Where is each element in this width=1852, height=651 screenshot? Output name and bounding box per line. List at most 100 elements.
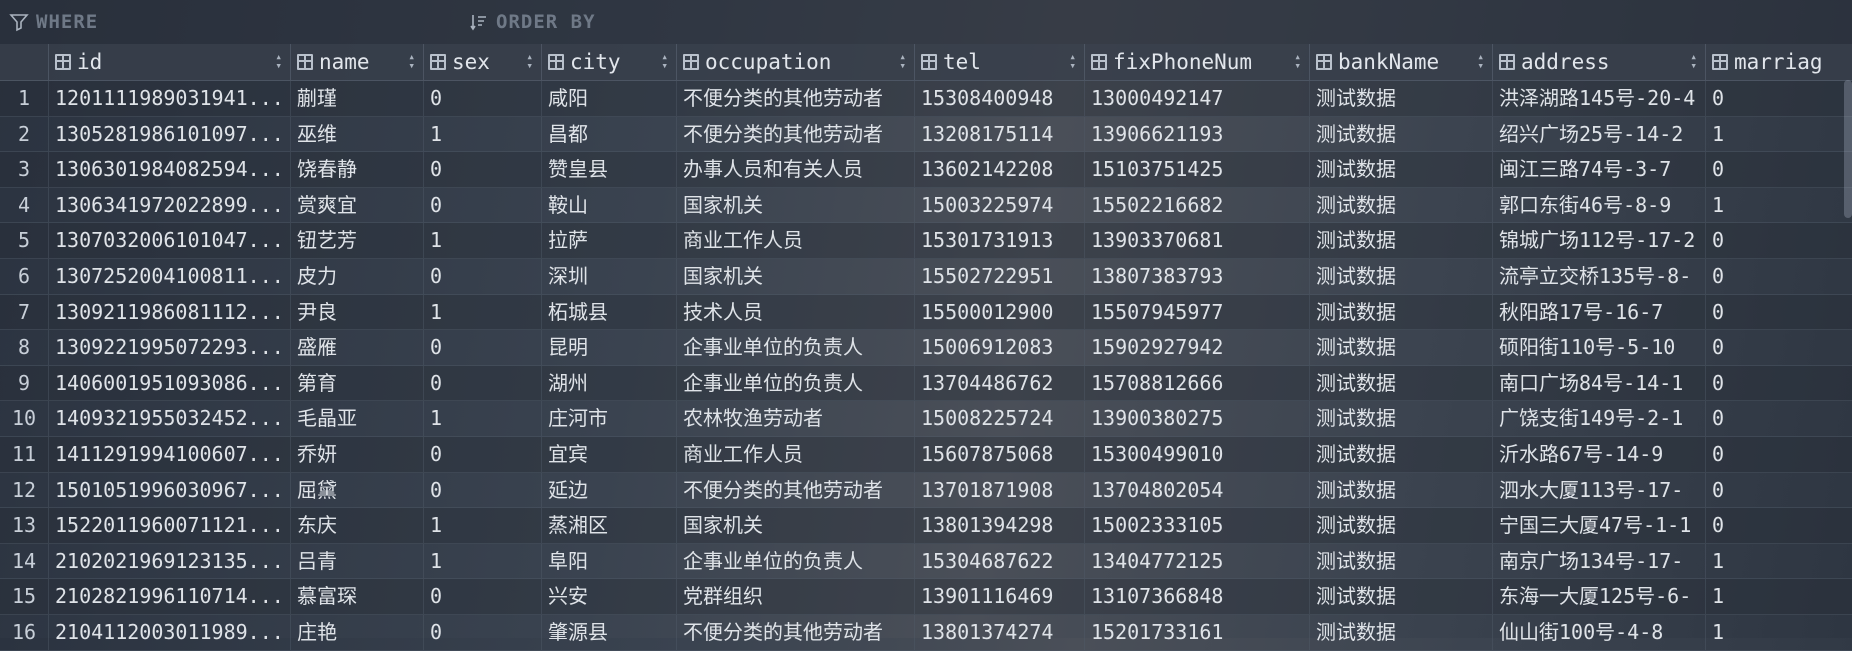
cell-name[interactable]: 蒯瑾 [290, 81, 423, 116]
cell-mar[interactable]: 0 [1705, 152, 1852, 187]
cell-tel[interactable]: 15301731913 [914, 223, 1084, 258]
cell-bank[interactable]: 测试数据 [1309, 258, 1492, 294]
cell-bank[interactable]: 测试数据 [1309, 294, 1492, 330]
column-header-id[interactable]: id ▴ ▾ [48, 44, 290, 80]
column-header-marriage[interactable]: marriag [1705, 44, 1852, 80]
cell-bank[interactable]: 测试数据 [1309, 472, 1492, 508]
cell-fix[interactable]: 13900380275 [1084, 401, 1309, 436]
cell-fix[interactable]: 15708812666 [1084, 365, 1309, 401]
cell-name[interactable]: 赏爽宜 [290, 187, 423, 223]
cell-occupation[interactable]: 国家机关 [676, 258, 914, 294]
cell-id[interactable]: 1309211986081112... [48, 294, 290, 330]
cell-sex[interactable]: 0 [423, 258, 541, 294]
sort-icon[interactable]: ▴ ▾ [1477, 51, 1484, 71]
cell-city[interactable]: 深圳 [541, 258, 676, 294]
table-row[interactable]: 6 1307252004100811... 皮力 0 深圳 国家机关 15502722951… [0, 258, 1852, 295]
cell-bank[interactable]: 测试数据 [1309, 223, 1492, 258]
cell-city[interactable]: 鞍山 [541, 187, 676, 223]
cell-occupation[interactable]: 不便分类的其他劳动者 [676, 472, 914, 508]
cell-id[interactable]: 1305281986101097... [48, 116, 290, 152]
cell-bank[interactable]: 测试数据 [1309, 401, 1492, 436]
column-header-fixphonenum[interactable]: fixPhoneNum ▴ ▾ [1084, 44, 1309, 80]
cell-addr[interactable]: 秋阳路17号-16-7 [1492, 294, 1705, 330]
cell-name[interactable]: 东庆 [290, 508, 423, 543]
table-row[interactable]: 10 1409321955032452... 毛晶亚 1 庄河市 农林牧渔劳动者 15008… [0, 401, 1852, 437]
sort-icon[interactable]: ▴ ▾ [1294, 51, 1301, 71]
cell-sex[interactable]: 0 [423, 614, 541, 650]
cell-bank[interactable]: 测试数据 [1309, 543, 1492, 579]
table-row[interactable]: 11 1411291994100607... 乔妍 0 宜宾 商业工作人员 15607875… [0, 436, 1852, 473]
cell-city[interactable]: 兴安 [541, 579, 676, 614]
cell-tel[interactable]: 13208175114 [914, 116, 1084, 152]
cell-addr[interactable]: 沂水路67号-14-9 [1492, 436, 1705, 472]
cell-id[interactable]: 1409321955032452... [48, 401, 290, 436]
sort-icon[interactable]: ▴ ▾ [899, 51, 906, 71]
cell-city[interactable]: 延边 [541, 472, 676, 508]
table-row[interactable]: 13 1522011960071121... 东庆 1 蒸湘区 国家机关 138013942… [0, 508, 1852, 544]
cell-mar[interactable]: 0 [1705, 330, 1852, 365]
row-number[interactable]: 11 [0, 437, 48, 472]
row-number[interactable]: 8 [0, 330, 48, 365]
cell-name[interactable]: 巫维 [290, 116, 423, 152]
sort-icon[interactable]: ▴ ▾ [408, 51, 415, 71]
cell-tel[interactable]: 15607875068 [914, 436, 1084, 472]
cell-addr[interactable]: 泗水大厦113号-17- [1492, 472, 1705, 508]
cell-occupation[interactable]: 国家机关 [676, 187, 914, 223]
cell-name[interactable]: 屈黛 [290, 472, 423, 508]
cell-name[interactable]: 第育 [290, 365, 423, 401]
cell-occupation[interactable]: 国家机关 [676, 508, 914, 543]
row-number[interactable]: 7 [0, 295, 48, 330]
table-row[interactable]: 1 120111198903194​1... 蒯瑾 0 咸阳 不便分类的其他劳动者 1530… [0, 81, 1852, 117]
cell-mar[interactable]: 1 [1705, 543, 1852, 579]
cell-id[interactable]: 1522011960071121... [48, 508, 290, 543]
cell-mar[interactable]: 0 [1705, 436, 1852, 472]
cell-fix[interactable]: 13404772125 [1084, 543, 1309, 579]
cell-fix[interactable]: 15002333105 [1084, 508, 1309, 543]
cell-id[interactable]: 1406001951093086... [48, 365, 290, 401]
cell-mar[interactable]: 1 [1705, 187, 1852, 223]
cell-occupation[interactable]: 农林牧渔劳动者 [676, 401, 914, 436]
cell-mar[interactable]: 0 [1705, 401, 1852, 436]
row-number[interactable]: 6 [0, 259, 48, 294]
cell-bank[interactable]: 测试数据 [1309, 579, 1492, 614]
row-number[interactable]: 9 [0, 366, 48, 401]
cell-city[interactable]: 庄河市 [541, 401, 676, 436]
row-number[interactable]: 4 [0, 188, 48, 223]
cell-mar[interactable]: 0 [1705, 365, 1852, 401]
cell-occupation[interactable]: 不便分类的其他劳动者 [676, 116, 914, 152]
row-number[interactable]: 13 [0, 508, 48, 543]
cell-occupation[interactable]: 商业工作人员 [676, 436, 914, 472]
row-number[interactable]: 2 [0, 117, 48, 152]
cell-city[interactable]: 柘城县 [541, 294, 676, 330]
cell-addr[interactable]: 硕阳街110号-5-10 [1492, 330, 1705, 365]
cell-tel[interactable]: 13701871908 [914, 472, 1084, 508]
cell-tel[interactable]: 13801374274 [914, 614, 1084, 650]
cell-addr[interactable]: 南京广场134号-17- [1492, 543, 1705, 579]
table-row[interactable]: 5 1307032006101047... 钮艺芳 1 拉萨 商业工作人员 15301731… [0, 223, 1852, 259]
cell-fix[interactable]: 13903370681 [1084, 223, 1309, 258]
cell-name[interactable]: 饶春静 [290, 152, 423, 187]
cell-mar[interactable]: 0 [1705, 472, 1852, 508]
column-header-city[interactable]: city ▴ ▾ [541, 44, 676, 80]
row-number[interactable]: 5 [0, 223, 48, 258]
cell-addr[interactable]: 闽江三路74号-3-7 [1492, 152, 1705, 187]
cell-sex[interactable]: 0 [423, 579, 541, 614]
cell-sex[interactable]: 0 [423, 436, 541, 472]
column-header-address[interactable]: address ▴ ▾ [1492, 44, 1705, 80]
cell-mar[interactable]: 1 [1705, 614, 1852, 650]
cell-id[interactable]: 1411291994100607... [48, 436, 290, 472]
cell-name[interactable]: 乔妍 [290, 436, 423, 472]
cell-sex[interactable]: 0 [423, 81, 541, 116]
cell-addr[interactable]: 广饶支街149号-2-1 [1492, 401, 1705, 436]
cell-city[interactable]: 拉萨 [541, 223, 676, 258]
cell-sex[interactable]: 1 [423, 508, 541, 543]
table-row[interactable]: 9 1406001951093086... 第育 0 湖州 企事业单位的负责人 137044… [0, 365, 1852, 402]
vertical-scrollbar[interactable] [1844, 80, 1852, 218]
cell-tel[interactable]: 15500012900 [914, 294, 1084, 330]
cell-tel[interactable]: 15003225974 [914, 187, 1084, 223]
cell-city[interactable]: 昆明 [541, 330, 676, 365]
cell-occupation[interactable]: 不便分类的其他劳动者 [676, 81, 914, 116]
cell-tel[interactable]: 13704486762 [914, 365, 1084, 401]
cell-occupation[interactable]: 不便分类的其他劳动者 [676, 614, 914, 650]
sort-icon[interactable]: ▴ ▾ [661, 51, 668, 71]
